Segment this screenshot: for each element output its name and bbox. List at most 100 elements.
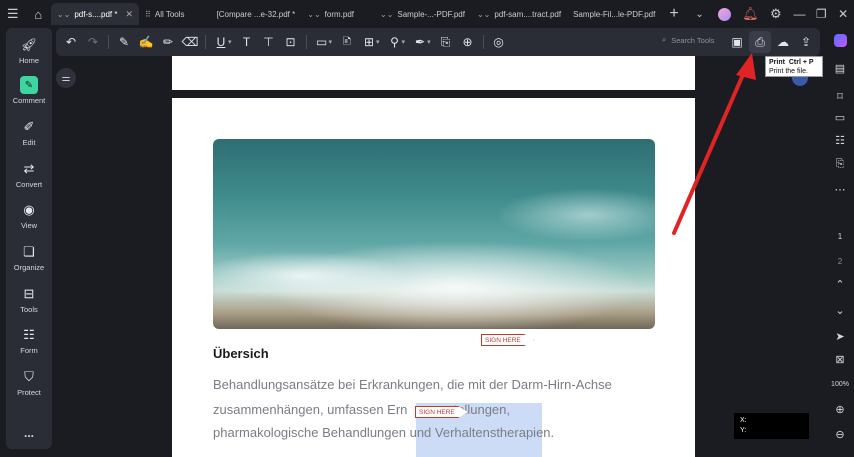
sidebar-item-home[interactable]: 🚀︎ Home — [6, 36, 52, 65]
more-icon: ... — [23, 426, 34, 440]
attachment-icon[interactable]: ⎘ — [435, 31, 457, 53]
more-button[interactable]: ... — [6, 426, 52, 440]
search-tools[interactable]: ⌕ Search Tools — [662, 35, 714, 45]
zoom-in-icon[interactable]: ⊕ — [830, 399, 850, 419]
sidebar-item-label: Protect — [17, 388, 41, 397]
tab-compare[interactable]: [Compare ...e-32.pdf * — [211, 3, 302, 25]
right-rail: ▤ ⌑ ▭ ☷ ⎘ ⋯ 1 2 ⌃ ⌄ ➤ ⊠ 100% ⊕ ⊖ — [826, 28, 854, 457]
minimize-icon[interactable]: — — [789, 0, 811, 28]
chevron-down-icon[interactable]: ▾ — [376, 38, 380, 46]
save-icon[interactable]: ▣ — [726, 31, 748, 53]
pencil-icon[interactable]: ✏ — [157, 31, 179, 53]
sign-here-tag[interactable]: SIGN HERE — [415, 406, 468, 418]
previous-page — [172, 56, 695, 90]
highlight-icon[interactable]: ✎ — [113, 31, 135, 53]
page-number-current[interactable]: 1 — [830, 226, 850, 246]
sidebar-item-label: Convert — [15, 180, 43, 189]
page-heading: Übersich — [213, 346, 269, 361]
attachments-panel-icon[interactable]: ⎘ — [830, 154, 850, 174]
home-icon[interactable]: ⌂ — [25, 0, 50, 28]
sign-here-tag[interactable]: SIGN HERE — [481, 334, 534, 346]
cloud-upload-icon[interactable]: ☁ — [772, 31, 794, 53]
sidebar-item-edit[interactable]: ✐ Edit — [6, 118, 52, 147]
more-icon[interactable]: ⋯ — [830, 179, 850, 199]
zoom-level[interactable]: 100% — [830, 374, 850, 394]
chevron-down-icon[interactable]: ▾ — [228, 38, 232, 46]
eye-icon: ◉ — [23, 202, 35, 217]
restore-icon[interactable]: ❐ — [810, 0, 832, 28]
text-box-icon[interactable]: ⊤ — [258, 31, 280, 53]
eraser-icon[interactable]: ⌫ — [179, 31, 201, 53]
zoom-out-icon[interactable]: ⊖ — [830, 424, 850, 444]
menu-icon[interactable]: ☰ — [0, 0, 25, 28]
thumbnail-icon[interactable]: ▤ — [830, 58, 850, 78]
tab-sample-file[interactable]: Sample-Fil...le-PDF.pdf — [567, 3, 661, 25]
chevron-up-icon[interactable]: ⌃ — [830, 274, 850, 294]
tab-label: Sample-Fil...le-PDF.pdf — [573, 9, 656, 19]
sidebar-item-organize[interactable]: ❏ Organize — [6, 243, 52, 272]
convert-icon: ⇄ — [23, 161, 35, 176]
body-text-line: zusammenhängen, umfassen Ern umstellunge… — [213, 402, 510, 417]
sidebar-item-convert[interactable]: ⇄ Convert — [6, 160, 52, 189]
tab-all-tools[interactable]: ⠿ All Tools — [139, 3, 191, 25]
add-link-icon[interactable]: ⊕ — [457, 31, 479, 53]
divider — [205, 35, 206, 49]
bookmark-icon[interactable]: ⌑ — [830, 86, 850, 106]
shield-icon: ⛉ — [24, 369, 34, 384]
hide-annotations-icon[interactable]: ◎ — [488, 31, 510, 53]
form-fields-icon[interactable]: ☷ — [830, 130, 850, 150]
sidebar-item-view[interactable]: ◉ View — [6, 201, 52, 230]
body-text-line: pharmakologische Behandlungen und Verhal… — [213, 425, 555, 440]
sticky-note-icon[interactable]: 🗈 — [336, 31, 358, 53]
organize-icon: ❏ — [23, 244, 35, 259]
chevron-down-icon[interactable]: ⌄ — [830, 300, 850, 320]
settings-sliders-icon[interactable]: ⚌ — [56, 68, 76, 88]
redo-icon[interactable]: ↷ — [82, 31, 104, 53]
sidebar-item-label: Organize — [13, 263, 45, 272]
area-highlight-icon[interactable]: ✍ — [135, 31, 157, 53]
sidebar-item-form[interactable]: ☷ Form — [6, 326, 52, 355]
chevron-down-icon[interactable]: ⌄ — [687, 0, 712, 28]
sidebar-item-protect[interactable]: ⛉ Protect — [6, 368, 52, 397]
tab-pdf-sample-extract[interactable]: ⌄⌄ pdf-sam....tract.pdf — [471, 3, 567, 25]
sidebar-item-tools[interactable]: ⊟ Tools — [6, 285, 52, 314]
tab-form[interactable]: ⌄⌄ form.pdf — [301, 3, 360, 25]
y-coordinate-label: Y: — [740, 427, 747, 434]
tab-label: form.pdf — [324, 9, 354, 19]
chevron-down-icon[interactable]: ▾ — [402, 38, 406, 46]
sidebar-item-label: Tools — [20, 305, 38, 314]
new-tab-icon[interactable]: + — [661, 0, 686, 28]
comments-panel-icon[interactable]: ▭ — [830, 107, 850, 127]
fit-page-icon[interactable]: ⊠ — [830, 349, 850, 369]
form-icon: ☷ — [23, 327, 35, 342]
gear-icon[interactable]: ⚙︎ — [763, 0, 788, 28]
chevron-down-icon[interactable]: ▾ — [329, 38, 333, 46]
sidebar-item-label: Form — [20, 346, 38, 355]
undo-icon[interactable]: ↶ — [60, 31, 82, 53]
share-icon[interactable]: ⇪ — [795, 31, 817, 53]
tab-sample-pdf[interactable]: ⌄⌄ Sample-...-PDF.pdf — [374, 3, 471, 25]
pdf-icon: ⌄⌄ — [307, 9, 321, 19]
document-viewport[interactable]: ⚌ Übersich Behandlungsansätze bei Erkran… — [56, 56, 822, 457]
rocket-icon: 🚀︎ — [20, 37, 38, 52]
avatar[interactable] — [712, 0, 737, 28]
sidebar-item-label: Home — [18, 56, 39, 65]
page-number[interactable]: 2 — [830, 251, 850, 271]
print-icon[interactable]: ⎙ — [749, 31, 771, 53]
tab-label: [Compare ...e-32.pdf * — [216, 9, 296, 19]
annotation-toolbar: ↶ ↷ ✎ ✍ ✏ ⌫ U ▾ T ⊤ ⊡ ▭ ▾ 🗈 ⊞ ▾ ⚲ ▾ ✒ ▾ … — [56, 28, 820, 56]
select-cursor-icon[interactable]: ➤ — [830, 326, 850, 346]
notification-bell-icon[interactable]: 🔔︎ — [738, 0, 763, 28]
close-window-icon[interactable]: ✕ — [832, 0, 854, 28]
close-tab-icon[interactable]: ✕ — [125, 9, 133, 20]
callout-icon[interactable]: ⊡ — [280, 31, 302, 53]
sidebar-item-comment[interactable]: ✎ Comment — [6, 76, 52, 105]
tab-active-document[interactable]: ⌄⌄ pdf-s....pdf * ✕ — [50, 3, 139, 25]
current-page: Übersich Behandlungsansätze bei Erkranku… — [172, 98, 695, 457]
text-icon[interactable]: T — [236, 31, 258, 53]
tooltip-title: Print — [769, 59, 785, 66]
tooltip-shortcut: Ctrl + P — [788, 59, 814, 66]
pdf-icon: ⌄⌄ — [379, 9, 394, 19]
ai-assistant-icon[interactable] — [830, 30, 850, 50]
chevron-down-icon[interactable]: ▾ — [427, 38, 431, 46]
